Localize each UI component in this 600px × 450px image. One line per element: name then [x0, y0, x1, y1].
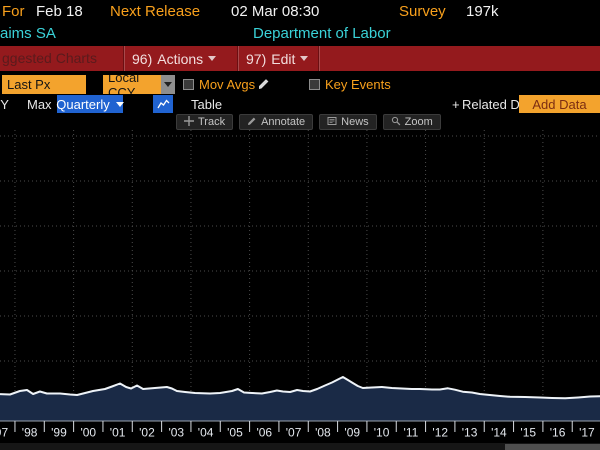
release-info-row: For Feb 18 Next Release 02 Mar 08:30 Sur… — [0, 1, 600, 22]
options-bar: Last Px Local CCY Mov Avgs Key Events — [0, 75, 600, 94]
currency-select[interactable]: Local CCY — [103, 75, 161, 94]
for-label: For — [2, 3, 25, 20]
x-axis-label: '07 — [286, 426, 302, 440]
x-axis-label: '00 — [80, 426, 96, 440]
x-axis-label: '97 — [0, 426, 8, 440]
claims-area-fill — [0, 377, 600, 421]
news-label: News — [341, 116, 369, 128]
news-button[interactable]: News — [319, 114, 377, 130]
range-max-button[interactable]: Max — [27, 97, 52, 112]
news-icon — [327, 116, 337, 129]
zoom-icon — [391, 116, 401, 129]
currency-label: Local CCY — [108, 75, 161, 94]
x-axis-label: '12 — [432, 426, 448, 440]
range-5y-button[interactable]: 5Y — [0, 97, 9, 112]
caret-down-icon — [300, 56, 308, 61]
caret-down-icon — [116, 102, 124, 107]
next-release-value: 02 Mar 08:30 — [231, 3, 319, 20]
add-data-label: Add Data — [532, 97, 586, 112]
x-axis-label: '04 — [198, 426, 214, 440]
security-info-row: aims SA Department of Labor — [0, 23, 600, 44]
period-label: Quarterly — [56, 97, 109, 112]
bloomberg-econ-chart-window: For Feb 18 Next Release 02 Mar 08:30 Sur… — [0, 0, 600, 450]
range-bar: 5Y Max Quarterly Table + Related Dat Add… — [0, 95, 600, 114]
x-axis-label: '99 — [51, 426, 67, 440]
price-field-label: Last Px — [7, 77, 50, 92]
annotate-icon — [247, 116, 257, 129]
track-button[interactable]: Track — [176, 114, 233, 130]
x-axis-label: '16 — [550, 426, 566, 440]
period-select[interactable]: Quarterly — [57, 95, 123, 113]
add-data-button[interactable]: Add Data — [519, 95, 600, 113]
caret-down-icon — [208, 56, 216, 61]
tab-table[interactable]: Table — [191, 97, 222, 112]
menu-separator — [318, 46, 320, 71]
horizontal-scrollbar[interactable] — [505, 444, 600, 450]
currency-dropdown-button[interactable] — [161, 75, 175, 94]
price-field-button[interactable]: Last Px — [2, 75, 86, 94]
actions-label: Actions — [157, 51, 203, 67]
security-name: aims SA — [0, 25, 56, 42]
actions-key: 96) — [132, 51, 152, 67]
actions-menu-button[interactable]: 96) Actions — [132, 46, 216, 71]
key-events-checkbox[interactable] — [309, 79, 320, 90]
suggested-charts-button[interactable]: ggested Charts — [2, 50, 97, 66]
menu-separator — [123, 46, 125, 71]
x-axis-label: '03 — [168, 426, 184, 440]
x-axis-label: '98 — [22, 426, 38, 440]
zoom-button[interactable]: Zoom — [383, 114, 441, 130]
x-axis-label: '14 — [491, 426, 507, 440]
x-axis-label: '01 — [110, 426, 126, 440]
pencil-icon[interactable] — [258, 77, 270, 93]
zoom-label: Zoom — [405, 116, 433, 128]
x-axis-label: '15 — [520, 426, 536, 440]
x-axis-label: '13 — [462, 426, 478, 440]
x-axis-label: '09 — [344, 426, 360, 440]
security-source: Department of Labor — [253, 25, 391, 42]
track-label: Track — [198, 116, 225, 128]
x-axis-label: '17 — [579, 426, 595, 440]
x-axis-label: '05 — [227, 426, 243, 440]
chart-toolbar: Track Annotate News Zoom — [176, 114, 441, 131]
key-events-label: Key Events — [325, 77, 391, 92]
annotate-label: Annotate — [261, 116, 305, 128]
for-date: Feb 18 — [36, 3, 83, 20]
menu-bar: ggested Charts 96) Actions 97) Edit — [0, 46, 600, 71]
x-axis-label: '11 — [404, 426, 419, 440]
survey-label: Survey — [399, 3, 446, 20]
track-icon — [184, 116, 194, 129]
caret-down-icon — [164, 82, 172, 87]
edit-label: Edit — [271, 51, 295, 67]
survey-value: 197k — [466, 3, 499, 20]
mov-avgs-label: Mov Avgs — [199, 77, 255, 92]
next-release-label: Next Release — [110, 3, 200, 20]
line-chart-icon — [157, 99, 170, 110]
price-chart-plot[interactable]: '97 '98 '99 '00 '01 '02 '03 '04 '05 '06 '07 '08 '09 '… — [0, 130, 600, 450]
annotate-button[interactable]: Annotate — [239, 114, 313, 130]
x-axis-label: '10 — [374, 426, 390, 440]
mov-avgs-checkbox[interactable] — [183, 79, 194, 90]
edit-key: 97) — [246, 51, 266, 67]
edit-menu-button[interactable]: 97) Edit — [246, 46, 308, 71]
plus-icon: + — [452, 97, 460, 112]
x-axis-label: '06 — [256, 426, 272, 440]
x-axis-label: '08 — [315, 426, 331, 440]
menu-separator — [237, 46, 239, 71]
x-axis-label: '02 — [139, 426, 155, 440]
chart-type-button[interactable] — [153, 95, 173, 113]
